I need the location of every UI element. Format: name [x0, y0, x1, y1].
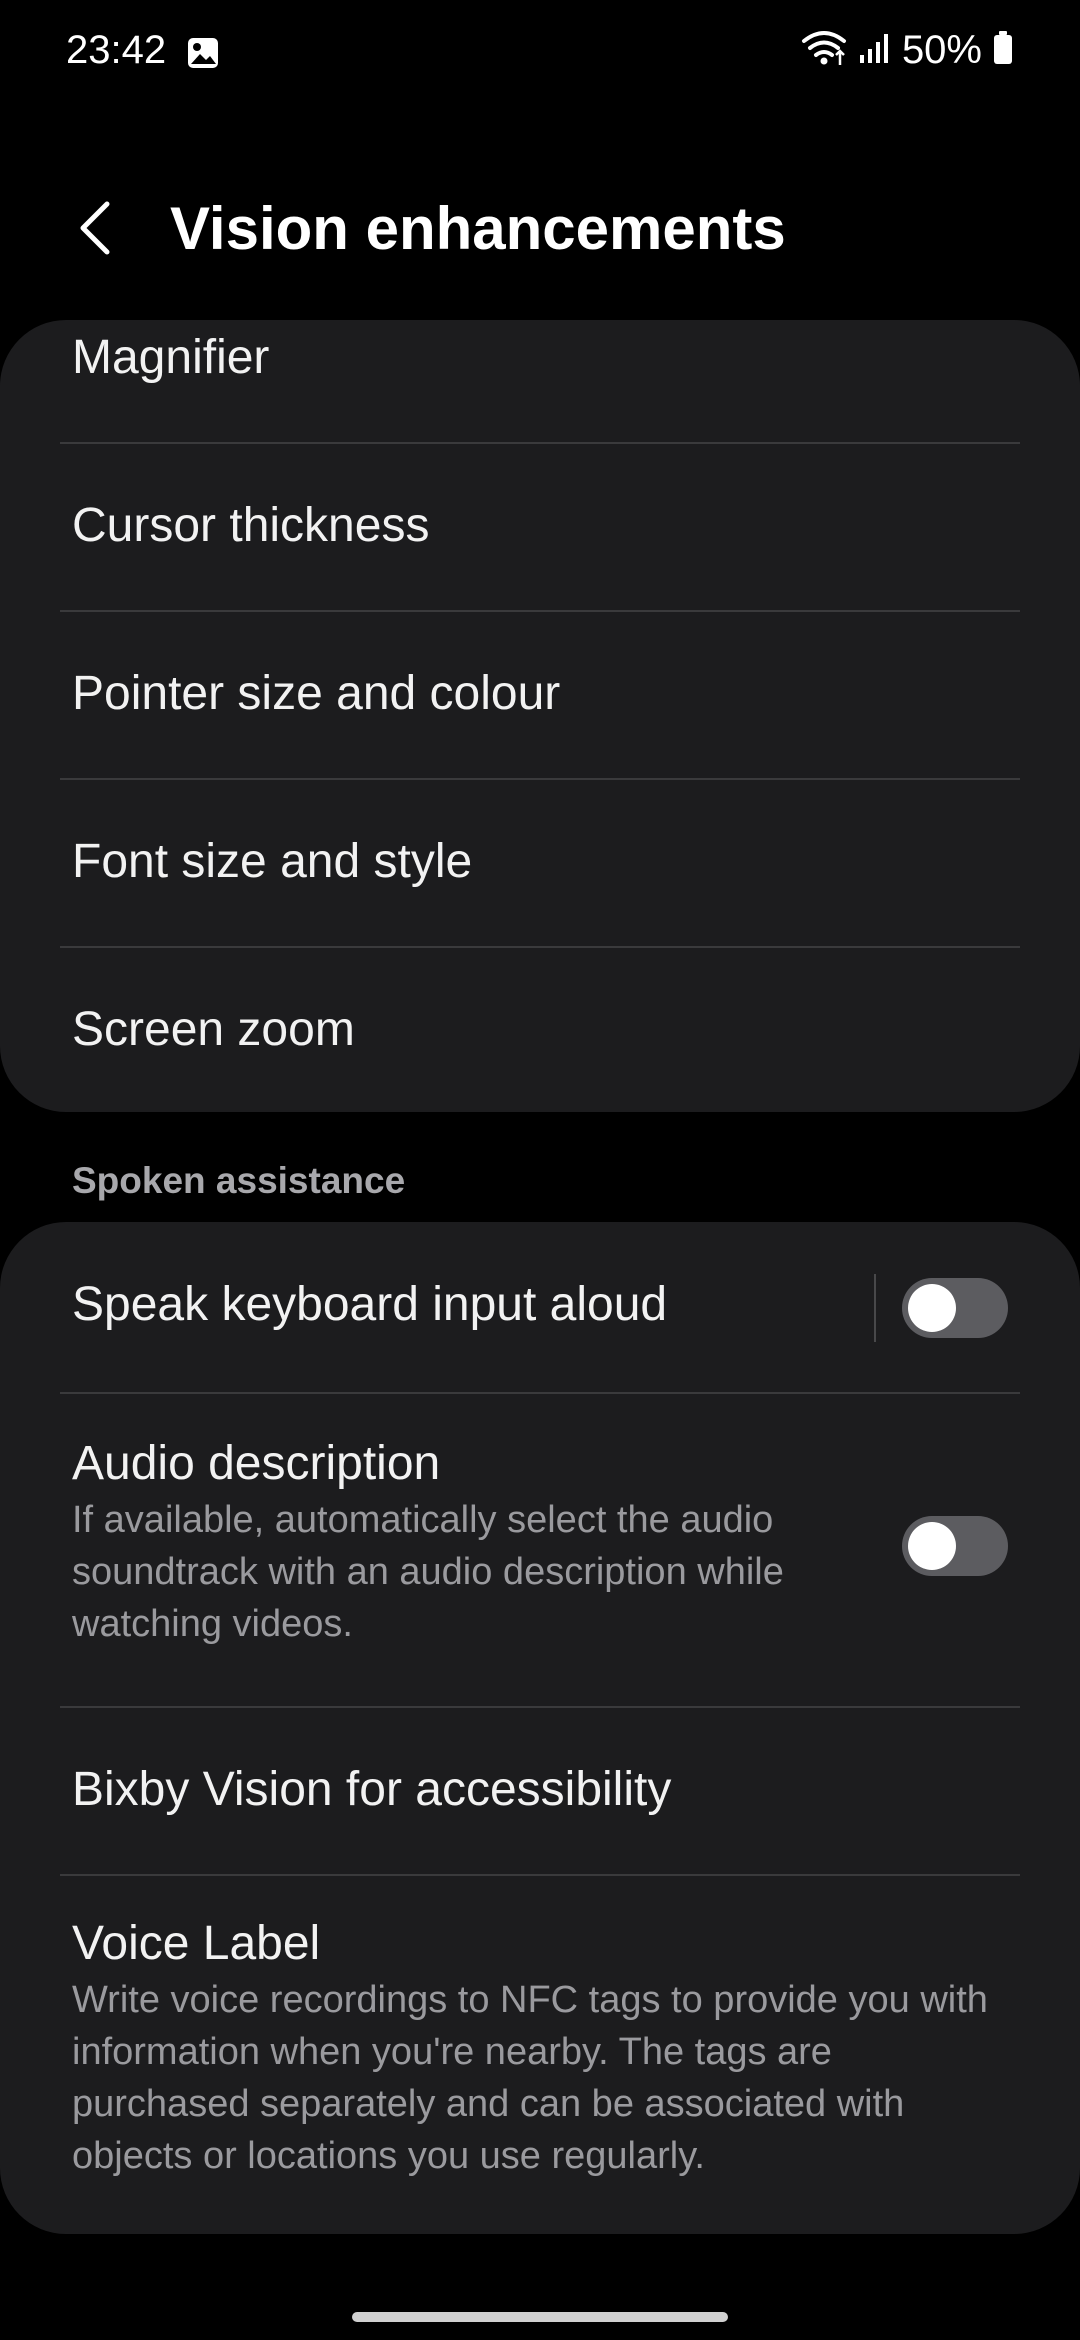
- item-title: Font size and style: [72, 835, 473, 888]
- item-title: Audio description: [72, 1437, 441, 1490]
- item-title: Screen zoom: [72, 1003, 355, 1056]
- status-right-group: 50%: [800, 28, 1014, 73]
- list-item-magnifier[interactable]: Magnifier: [0, 320, 1080, 442]
- item-title: Magnifier: [72, 331, 270, 384]
- item-description: If available, automatically select the a…: [72, 1499, 784, 1645]
- list-item-pointer-size[interactable]: Pointer size and colour: [0, 612, 1080, 778]
- item-title: Voice Label: [72, 1917, 321, 1970]
- back-button[interactable]: [60, 190, 130, 270]
- chevron-left-icon: [75, 198, 115, 263]
- app-header: Vision enhancements: [0, 180, 1080, 280]
- item-title: Cursor thickness: [72, 499, 430, 552]
- item-title: Bixby Vision for accessibility: [72, 1763, 672, 1816]
- battery-percent: 50%: [901, 28, 982, 72]
- audio-description-toggle[interactable]: [902, 1516, 1008, 1576]
- wifi-icon: [800, 29, 848, 72]
- speak-keyboard-toggle[interactable]: [902, 1278, 1008, 1338]
- list-item-voice-label[interactable]: Voice Label Write voice recordings to NF…: [0, 1876, 1080, 2234]
- spoken-assistance-card: Speak keyboard input aloud Audio descrip…: [0, 1222, 1080, 2234]
- status-time: 23:42: [66, 28, 167, 72]
- status-bar: 23:42 50%: [0, 0, 1080, 108]
- list-item-cursor-thickness[interactable]: Cursor thickness: [0, 444, 1080, 610]
- section-header-spoken-assistance: Spoken assistance: [72, 1160, 406, 1201]
- toggle-knob: [908, 1284, 956, 1332]
- gesture-nav-handle[interactable]: [352, 2312, 728, 2322]
- list-item-font-size[interactable]: Font size and style: [0, 780, 1080, 946]
- battery-icon: [992, 30, 1014, 71]
- list-item-screen-zoom[interactable]: Screen zoom: [0, 948, 1080, 1112]
- list-item-bixby-vision[interactable]: Bixby Vision for accessibility: [0, 1708, 1080, 1874]
- list-item-audio-description[interactable]: Audio description If available, automati…: [0, 1394, 1080, 1706]
- page-title: Vision enhancements: [170, 195, 786, 262]
- gallery-icon: [186, 36, 220, 70]
- vision-settings-card: Magnifier Cursor thickness Pointer size …: [0, 320, 1080, 1112]
- signal-icon: [858, 31, 892, 70]
- toggle-knob: [908, 1522, 956, 1570]
- item-title: Speak keyboard input aloud: [72, 1278, 668, 1331]
- list-item-speak-keyboard[interactable]: Speak keyboard input aloud: [0, 1222, 1080, 1392]
- vertical-separator: [874, 1274, 876, 1342]
- item-description: Write voice recordings to NFC tags to pr…: [72, 1979, 988, 2177]
- item-title: Pointer size and colour: [72, 667, 561, 720]
